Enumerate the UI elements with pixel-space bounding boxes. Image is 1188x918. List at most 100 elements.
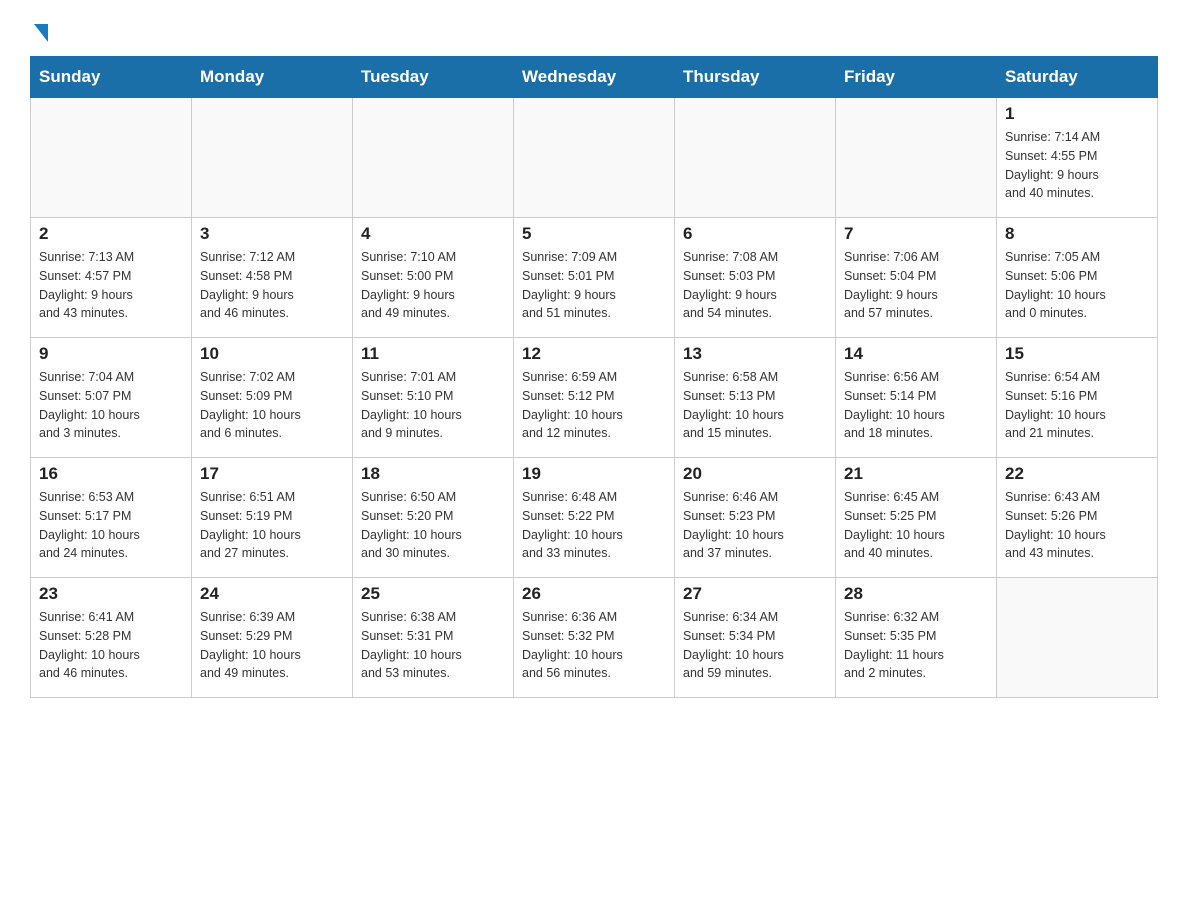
- day-info: Sunrise: 6:53 AM Sunset: 5:17 PM Dayligh…: [39, 488, 183, 563]
- day-info: Sunrise: 6:51 AM Sunset: 5:19 PM Dayligh…: [200, 488, 344, 563]
- calendar-cell: 13 Sunrise: 6:58 AM Sunset: 5:13 PM Dayli…: [675, 338, 836, 458]
- day-info: Sunrise: 6:45 AM Sunset: 5:25 PM Dayligh…: [844, 488, 988, 563]
- day-number: 18: [361, 464, 505, 484]
- calendar-cell: 11 Sunrise: 7:01 AM Sunset: 5:10 PM Dayli…: [353, 338, 514, 458]
- logo-arrow-icon: [34, 24, 48, 42]
- day-info: Sunrise: 6:59 AM Sunset: 5:12 PM Dayligh…: [522, 368, 666, 443]
- day-number: 6: [683, 224, 827, 244]
- day-number: 17: [200, 464, 344, 484]
- calendar-table: SundayMondayTuesdayWednesdayThursdayFrid…: [30, 56, 1158, 698]
- day-number: 10: [200, 344, 344, 364]
- day-number: 4: [361, 224, 505, 244]
- header-friday: Friday: [836, 57, 997, 98]
- day-number: 13: [683, 344, 827, 364]
- calendar-cell: 16 Sunrise: 6:53 AM Sunset: 5:17 PM Dayli…: [31, 458, 192, 578]
- calendar-cell: [31, 98, 192, 218]
- day-info: Sunrise: 6:32 AM Sunset: 5:35 PM Dayligh…: [844, 608, 988, 683]
- calendar-header-row: SundayMondayTuesdayWednesdayThursdayFrid…: [31, 57, 1158, 98]
- logo: [30, 20, 48, 40]
- day-number: 22: [1005, 464, 1149, 484]
- calendar-cell: 15 Sunrise: 6:54 AM Sunset: 5:16 PM Dayli…: [997, 338, 1158, 458]
- day-info: Sunrise: 6:36 AM Sunset: 5:32 PM Dayligh…: [522, 608, 666, 683]
- day-info: Sunrise: 6:39 AM Sunset: 5:29 PM Dayligh…: [200, 608, 344, 683]
- day-info: Sunrise: 6:56 AM Sunset: 5:14 PM Dayligh…: [844, 368, 988, 443]
- day-info: Sunrise: 7:14 AM Sunset: 4:55 PM Dayligh…: [1005, 128, 1149, 203]
- calendar-week-row: 23 Sunrise: 6:41 AM Sunset: 5:28 PM Dayli…: [31, 578, 1158, 698]
- calendar-cell: [675, 98, 836, 218]
- day-number: 9: [39, 344, 183, 364]
- calendar-cell: [353, 98, 514, 218]
- day-number: 23: [39, 584, 183, 604]
- day-number: 7: [844, 224, 988, 244]
- header-saturday: Saturday: [997, 57, 1158, 98]
- calendar-week-row: 16 Sunrise: 6:53 AM Sunset: 5:17 PM Dayli…: [31, 458, 1158, 578]
- calendar-week-row: 9 Sunrise: 7:04 AM Sunset: 5:07 PM Daylig…: [31, 338, 1158, 458]
- calendar-cell: 9 Sunrise: 7:04 AM Sunset: 5:07 PM Daylig…: [31, 338, 192, 458]
- day-info: Sunrise: 6:54 AM Sunset: 5:16 PM Dayligh…: [1005, 368, 1149, 443]
- day-number: 3: [200, 224, 344, 244]
- calendar-cell: 24Sunrise: 6:39 AM Sunset: 5:29 PM Dayli…: [192, 578, 353, 698]
- day-number: 27: [683, 584, 827, 604]
- header-tuesday: Tuesday: [353, 57, 514, 98]
- calendar-cell: 27 Sunrise: 6:34 AM Sunset: 5:34 PM Dayli…: [675, 578, 836, 698]
- header-thursday: Thursday: [675, 57, 836, 98]
- calendar-cell: 10 Sunrise: 7:02 AM Sunset: 5:09 PM Dayli…: [192, 338, 353, 458]
- day-info: Sunrise: 6:46 AM Sunset: 5:23 PM Dayligh…: [683, 488, 827, 563]
- day-info: Sunrise: 7:02 AM Sunset: 5:09 PM Dayligh…: [200, 368, 344, 443]
- day-info: Sunrise: 7:05 AM Sunset: 5:06 PM Dayligh…: [1005, 248, 1149, 323]
- calendar-cell: 1 Sunrise: 7:14 AM Sunset: 4:55 PM Daylig…: [997, 98, 1158, 218]
- calendar-cell: [836, 98, 997, 218]
- day-info: Sunrise: 7:06 AM Sunset: 5:04 PM Dayligh…: [844, 248, 988, 323]
- day-number: 19: [522, 464, 666, 484]
- day-number: 26: [522, 584, 666, 604]
- calendar-cell: 21Sunrise: 6:45 AM Sunset: 5:25 PM Dayli…: [836, 458, 997, 578]
- calendar-cell: [997, 578, 1158, 698]
- day-number: 25: [361, 584, 505, 604]
- calendar-cell: 26 Sunrise: 6:36 AM Sunset: 5:32 PM Dayli…: [514, 578, 675, 698]
- calendar-cell: 7 Sunrise: 7:06 AM Sunset: 5:04 PM Daylig…: [836, 218, 997, 338]
- calendar-cell: 14 Sunrise: 6:56 AM Sunset: 5:14 PM Dayli…: [836, 338, 997, 458]
- day-info: Sunrise: 7:08 AM Sunset: 5:03 PM Dayligh…: [683, 248, 827, 323]
- calendar-cell: 23 Sunrise: 6:41 AM Sunset: 5:28 PM Dayli…: [31, 578, 192, 698]
- calendar-cell: 5 Sunrise: 7:09 AM Sunset: 5:01 PM Daylig…: [514, 218, 675, 338]
- day-number: 28: [844, 584, 988, 604]
- day-number: 14: [844, 344, 988, 364]
- day-number: 11: [361, 344, 505, 364]
- day-info: Sunrise: 7:09 AM Sunset: 5:01 PM Dayligh…: [522, 248, 666, 323]
- day-info: Sunrise: 6:38 AM Sunset: 5:31 PM Dayligh…: [361, 608, 505, 683]
- day-info: Sunrise: 6:48 AM Sunset: 5:22 PM Dayligh…: [522, 488, 666, 563]
- day-info: Sunrise: 7:04 AM Sunset: 5:07 PM Dayligh…: [39, 368, 183, 443]
- day-number: 20: [683, 464, 827, 484]
- calendar-cell: 12 Sunrise: 6:59 AM Sunset: 5:12 PM Dayli…: [514, 338, 675, 458]
- header-monday: Monday: [192, 57, 353, 98]
- calendar-cell: 3Sunrise: 7:12 AM Sunset: 4:58 PM Daylig…: [192, 218, 353, 338]
- day-info: Sunrise: 6:43 AM Sunset: 5:26 PM Dayligh…: [1005, 488, 1149, 563]
- calendar-cell: 18 Sunrise: 6:50 AM Sunset: 5:20 PM Dayli…: [353, 458, 514, 578]
- day-info: Sunrise: 7:13 AM Sunset: 4:57 PM Dayligh…: [39, 248, 183, 323]
- calendar-cell: 4Sunrise: 7:10 AM Sunset: 5:00 PM Daylig…: [353, 218, 514, 338]
- calendar-week-row: 2Sunrise: 7:13 AM Sunset: 4:57 PM Daylig…: [31, 218, 1158, 338]
- day-number: 5: [522, 224, 666, 244]
- calendar-cell: 28 Sunrise: 6:32 AM Sunset: 5:35 PM Dayli…: [836, 578, 997, 698]
- calendar-cell: 19 Sunrise: 6:48 AM Sunset: 5:22 PM Dayli…: [514, 458, 675, 578]
- header-wednesday: Wednesday: [514, 57, 675, 98]
- day-number: 12: [522, 344, 666, 364]
- page-header: [30, 20, 1158, 40]
- calendar-cell: [192, 98, 353, 218]
- day-info: Sunrise: 6:34 AM Sunset: 5:34 PM Dayligh…: [683, 608, 827, 683]
- day-number: 1: [1005, 104, 1149, 124]
- day-info: Sunrise: 7:01 AM Sunset: 5:10 PM Dayligh…: [361, 368, 505, 443]
- day-info: Sunrise: 6:50 AM Sunset: 5:20 PM Dayligh…: [361, 488, 505, 563]
- day-number: 8: [1005, 224, 1149, 244]
- calendar-cell: 6 Sunrise: 7:08 AM Sunset: 5:03 PM Daylig…: [675, 218, 836, 338]
- day-info: Sunrise: 6:41 AM Sunset: 5:28 PM Dayligh…: [39, 608, 183, 683]
- day-info: Sunrise: 6:58 AM Sunset: 5:13 PM Dayligh…: [683, 368, 827, 443]
- day-number: 15: [1005, 344, 1149, 364]
- calendar-cell: 25 Sunrise: 6:38 AM Sunset: 5:31 PM Dayli…: [353, 578, 514, 698]
- calendar-cell: 22 Sunrise: 6:43 AM Sunset: 5:26 PM Dayli…: [997, 458, 1158, 578]
- calendar-cell: [514, 98, 675, 218]
- day-number: 16: [39, 464, 183, 484]
- calendar-cell: 20 Sunrise: 6:46 AM Sunset: 5:23 PM Dayli…: [675, 458, 836, 578]
- calendar-cell: 2Sunrise: 7:13 AM Sunset: 4:57 PM Daylig…: [31, 218, 192, 338]
- calendar-week-row: 1 Sunrise: 7:14 AM Sunset: 4:55 PM Daylig…: [31, 98, 1158, 218]
